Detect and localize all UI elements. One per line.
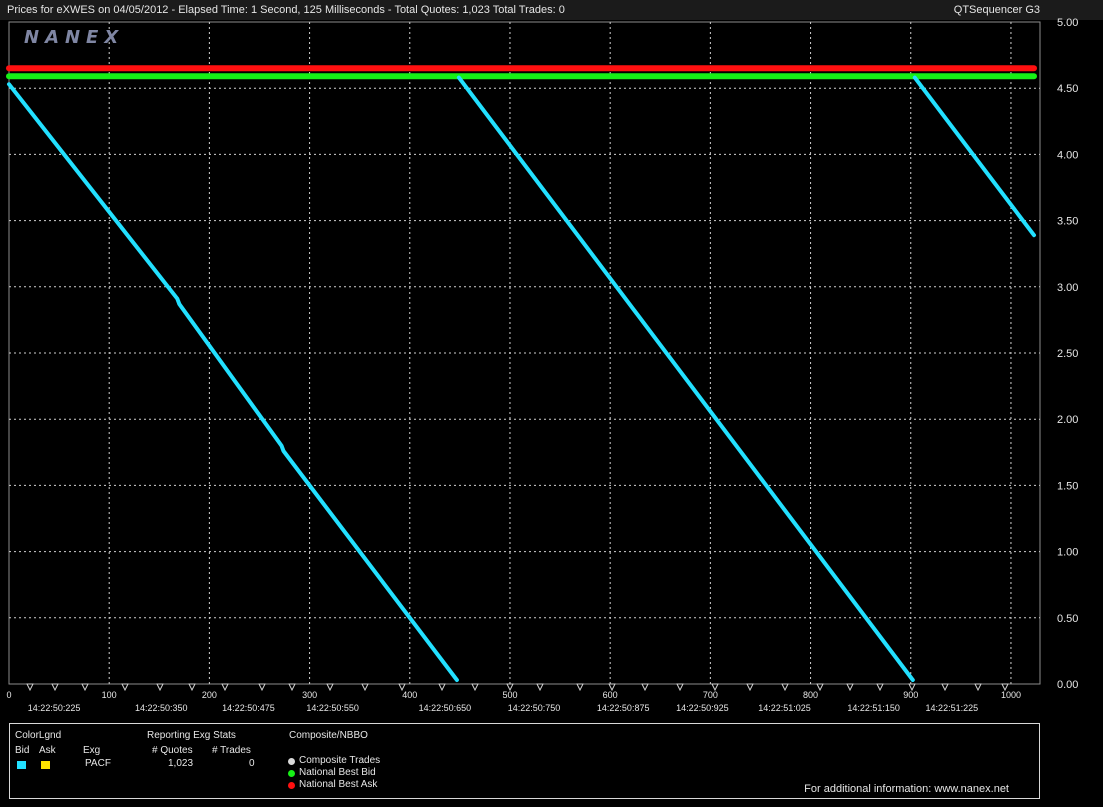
x-time-label: 14:22:50:350 xyxy=(135,703,188,713)
colorlgnd-label: ColorLgnd xyxy=(15,730,62,741)
x-time-label: 14:22:50:550 xyxy=(306,703,359,713)
bottom-marker xyxy=(26,683,34,692)
stats-title: Reporting Exg Stats xyxy=(147,730,236,741)
quotes-count: 1,023 xyxy=(168,758,194,769)
bottom-marker xyxy=(746,683,754,692)
x-time-label: 14:22:50:225 xyxy=(28,703,81,713)
y-tick-label: 3.50 xyxy=(1057,216,1078,228)
composite-trades-label: Composite Trades xyxy=(299,755,381,766)
price-chart: NANEX 0.00 0.50 1.00 1.50 2.00 2.50 3.00 3.50 4.… xyxy=(6,17,1078,713)
bottom-marker xyxy=(81,683,89,692)
national-best-ask-dot xyxy=(288,782,295,789)
bottom-marker xyxy=(941,683,949,692)
trades-count: 0 xyxy=(249,758,255,769)
bottom-marker xyxy=(536,683,544,692)
bottom-marker xyxy=(326,683,334,692)
x-time-label: 14:22:50:475 xyxy=(222,703,275,713)
x-time-label: 14:22:50:875 xyxy=(597,703,650,713)
bottom-marker xyxy=(876,683,884,692)
y-tick-label: 1.00 xyxy=(1057,547,1078,559)
y-tick-label: 4.00 xyxy=(1057,149,1078,161)
composite-title: Composite/NBBO xyxy=(289,730,368,741)
bottom-marker xyxy=(438,683,446,692)
bottom-marker xyxy=(974,683,982,692)
composite-trades-dot xyxy=(288,758,295,765)
bottom-marker xyxy=(361,683,369,692)
y-tick-label: 0.50 xyxy=(1057,613,1078,625)
national-best-ask-label: National Best Ask xyxy=(299,779,378,790)
y-axis: 0.00 0.50 1.00 1.50 2.00 2.50 3.00 3.50 4.00 4.50… xyxy=(1057,17,1078,691)
y-tick-label: 3.00 xyxy=(1057,282,1078,294)
bottom-marker xyxy=(221,683,229,692)
y-tick-label: 1.50 xyxy=(1057,480,1078,492)
national-best-bid-label: National Best Bid xyxy=(299,767,376,778)
x-tick-label: 800 xyxy=(803,690,818,700)
x-tick-label: 600 xyxy=(603,690,618,700)
bottom-marker xyxy=(156,683,164,692)
y-tick-label: 2.00 xyxy=(1057,414,1078,426)
trade-markers xyxy=(26,683,1009,692)
x-time-label: 14:22:50:650 xyxy=(419,703,472,713)
bid-color-swatch xyxy=(17,761,26,769)
x-tick-label: 500 xyxy=(502,690,517,700)
bottom-marker xyxy=(188,683,196,692)
quotes-header: # Quotes xyxy=(152,745,193,756)
x-tick-label: 700 xyxy=(703,690,718,700)
x-tick-label: 200 xyxy=(202,690,217,700)
x-time-label: 14:22:51:025 xyxy=(758,703,811,713)
bottom-marker xyxy=(121,683,129,692)
x-time-label: 14:22:50:925 xyxy=(676,703,729,713)
x-tick-label: 0 xyxy=(6,690,11,700)
x-tick-label: 100 xyxy=(102,690,117,700)
x-tick-label: 1000 xyxy=(1001,690,1021,700)
x-axis: 0 100 200 300 400 500 600 700 800 900 1000 14:22:50… xyxy=(6,690,1020,713)
x-time-label: 14:22:51:150 xyxy=(847,703,900,713)
x-time-label: 14:22:50:750 xyxy=(508,703,561,713)
bottom-marker xyxy=(781,683,789,692)
national-best-bid-dot xyxy=(288,770,295,777)
trades-header: # Trades xyxy=(212,745,251,756)
bottom-marker xyxy=(471,683,479,692)
bottom-marker xyxy=(51,683,59,692)
bottom-marker xyxy=(288,683,296,692)
x-tick-label: 900 xyxy=(903,690,918,700)
bottom-marker xyxy=(258,683,266,692)
bid-label: Bid xyxy=(15,745,30,756)
y-tick-label: 2.50 xyxy=(1057,348,1078,360)
bottom-marker xyxy=(641,683,649,692)
x-tick-label: 400 xyxy=(402,690,417,700)
x-time-label: 14:22:51:225 xyxy=(926,703,979,713)
y-tick-label: 5.00 xyxy=(1057,17,1078,29)
info-link[interactable]: For additional information: www.nanex.ne… xyxy=(804,783,1009,795)
nanex-logo: NANEX xyxy=(24,27,124,48)
x-tick-label: 300 xyxy=(302,690,317,700)
ask-color-swatch xyxy=(41,761,50,769)
bottom-marker xyxy=(846,683,854,692)
bottom-marker xyxy=(576,683,584,692)
bottom-marker xyxy=(676,683,684,692)
y-tick-label: 0.00 xyxy=(1057,679,1078,691)
ask-label: Ask xyxy=(39,745,56,756)
y-tick-label: 4.50 xyxy=(1057,83,1078,95)
exchange-code: PACF xyxy=(85,758,111,769)
exg-label: Exg xyxy=(83,745,101,756)
